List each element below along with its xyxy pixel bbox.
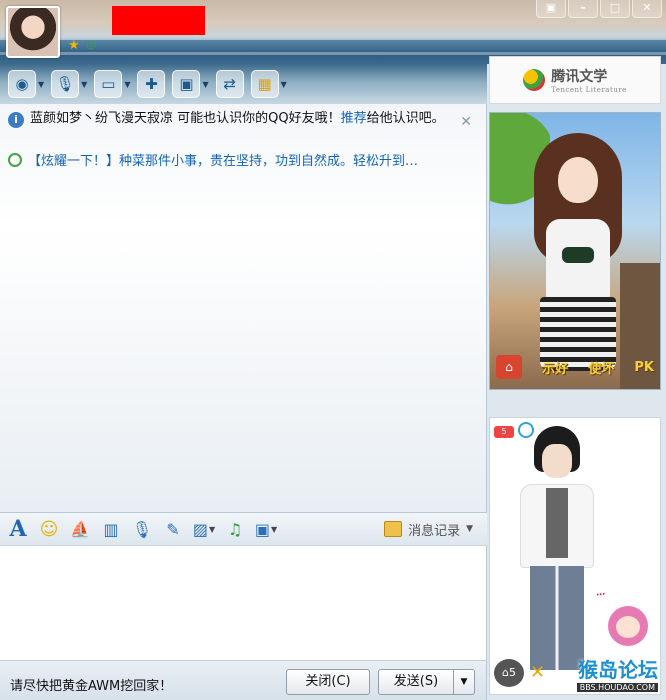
maximize-button[interactable]: □ bbox=[600, 0, 630, 18]
history-icon bbox=[384, 521, 403, 537]
prank-button[interactable]: 使坏 bbox=[588, 358, 614, 377]
chevron-down-icon: ▼ bbox=[280, 79, 287, 89]
magic-emoticon-button[interactable]: ▥ bbox=[99, 517, 123, 541]
apps-button[interactable]: ▦ ▼ bbox=[250, 70, 287, 98]
contact-qq-show[interactable]: ⌂ 示好 使坏 PK bbox=[489, 112, 661, 390]
recommend-link[interactable]: 推荐 bbox=[341, 111, 367, 126]
skin-button[interactable]: ▣ bbox=[536, 0, 566, 18]
microphone-icon: 🎙 bbox=[51, 70, 80, 98]
watermark-title: 猴岛论坛 bbox=[578, 658, 658, 682]
minimize-button[interactable]: – bbox=[568, 0, 598, 18]
folder-icon: ▭ bbox=[94, 70, 123, 98]
tag-icon[interactable]: 5 bbox=[494, 426, 514, 438]
remote-assist-button[interactable]: ▣ ▼ bbox=[172, 70, 209, 98]
cross-icon[interactable]: ✕ bbox=[530, 662, 552, 684]
music-button[interactable]: ♫ bbox=[223, 517, 247, 541]
monkey-bubble: … bbox=[595, 587, 606, 599]
send-image-button[interactable]: ▨ ▼ bbox=[192, 517, 216, 541]
tip-text[interactable]: 请尽快把黄金AWM挖回家！ bbox=[10, 675, 172, 694]
chevron-down-icon: ▼ bbox=[208, 524, 216, 534]
message-history-button[interactable]: 消息记录 ▼ bbox=[384, 520, 473, 539]
message-history-label: 消息记录 bbox=[408, 523, 461, 539]
home-icon[interactable]: ⌂5 bbox=[494, 659, 524, 687]
apps-grid-icon: ▦ bbox=[250, 70, 279, 98]
greet-button[interactable]: 示好 bbox=[542, 358, 568, 377]
video-call-button[interactable]: ◉ ▼ bbox=[8, 70, 44, 98]
chevron-down-icon: ▼ bbox=[81, 79, 88, 89]
screenshot-button[interactable]: ▣ ▼ bbox=[254, 517, 278, 541]
tencent-literature-logo-icon bbox=[523, 69, 546, 91]
chevron-down-icon: ▼ bbox=[270, 524, 278, 534]
chevron-down-icon: ▼ bbox=[202, 79, 209, 89]
tencent-literature-subtitle: Tencent Literature bbox=[551, 86, 627, 94]
camera-icon: ◉ bbox=[8, 70, 36, 98]
close-window-button[interactable]: ✕ bbox=[632, 0, 662, 18]
tencent-literature-name: 腾讯文学 bbox=[551, 69, 608, 85]
emoji-button[interactable]: ☺ bbox=[37, 517, 61, 541]
self-qq-show[interactable]: 5 … ⌂5 ✕ 猴岛论坛 BBS.HOUDAO.COM bbox=[489, 417, 661, 695]
friend-recommendation-notice: i 蓝颜如梦丶纷飞漫天寂凉 可能也认识你的QQ好友哦！推荐给他认识吧。 ✕ bbox=[4, 108, 478, 146]
send-file-button[interactable]: ▭ ▼ bbox=[94, 70, 130, 98]
home-icon[interactable]: ⌂ bbox=[496, 355, 522, 379]
graffiti-button[interactable]: ✎ bbox=[161, 517, 185, 541]
notice-text: 蓝颜如梦丶纷飞漫天寂凉 可能也认识你的QQ好友哦！ bbox=[30, 111, 341, 126]
input-toolbar: A ☺ ⛵ ▥ 🎙 ✎ ▨ ▼ ♫ ▣ ▼ 消息记录 ▼ bbox=[0, 512, 487, 546]
screen-icon: ▣ bbox=[172, 70, 201, 98]
tencent-literature-ad[interactable]: 腾讯文学 Tencent Literature bbox=[489, 56, 661, 104]
qzone-icon[interactable]: ◎ bbox=[86, 37, 96, 51]
add-contact-icon: ✚ bbox=[137, 70, 166, 98]
close-icon[interactable]: ✕ bbox=[460, 114, 472, 130]
bottom-bar: 请尽快把黄金AWM挖回家！ 关闭(C) 发送(S) ▼ bbox=[0, 660, 487, 700]
chevron-down-icon: ▼ bbox=[466, 524, 473, 534]
info-icon: i bbox=[8, 112, 24, 128]
chevron-down-icon: ▼ bbox=[124, 79, 131, 89]
promo-message[interactable]: 【炫耀一下！】种菜那件小事，贵在坚持，功到自然成。轻松升到… bbox=[8, 150, 480, 169]
pk-button[interactable]: PK bbox=[634, 360, 654, 375]
watermark: 猴岛论坛 BBS.HOUDAO.COM bbox=[576, 654, 658, 692]
shake-window-button[interactable]: ⛵ bbox=[68, 517, 92, 541]
contact-avatar[interactable] bbox=[6, 6, 60, 58]
message-input[interactable] bbox=[0, 546, 487, 660]
contact-name-redacted bbox=[112, 6, 205, 35]
qq-show-actions: ⌂ 示好 使坏 PK bbox=[496, 355, 654, 379]
share-icon: ⇄ bbox=[215, 70, 244, 98]
notice-suffix: 给他认识吧。 bbox=[366, 111, 445, 126]
watermark-url: BBS.HOUDAO.COM bbox=[576, 683, 658, 692]
font-button[interactable]: A bbox=[6, 516, 30, 542]
voice-message-button[interactable]: 🎙 bbox=[130, 517, 154, 541]
create-discussion-button[interactable]: ✚ bbox=[137, 70, 166, 98]
chat-toolbar: ◉ ▼ 🎙 ▼ ▭ ▼ ✚ ▣ ▼ ⇄ ▦ ▼ bbox=[0, 64, 487, 104]
send-button[interactable]: 发送(S) bbox=[378, 669, 454, 695]
message-display-area[interactable]: i 蓝颜如梦丶纷飞漫天寂凉 可能也认识你的QQ好友哦！推荐给他认识吧。 ✕ 【炫… bbox=[0, 104, 487, 512]
star-icon[interactable]: ★ bbox=[68, 38, 80, 53]
chevron-down-icon: ▼ bbox=[38, 79, 45, 89]
monkey-mascot: … bbox=[595, 587, 654, 654]
close-button[interactable]: 关闭(C) bbox=[286, 669, 370, 695]
home-badge: 5 bbox=[508, 666, 516, 679]
boy-avatar-figure bbox=[512, 426, 602, 676]
voice-call-button[interactable]: 🎙 ▼ bbox=[51, 70, 87, 98]
send-options-button[interactable]: ▼ bbox=[453, 669, 475, 695]
girl-avatar-figure bbox=[534, 127, 622, 375]
qzone-icon bbox=[8, 152, 22, 167]
window-controls: ▣ – □ ✕ bbox=[536, 0, 662, 18]
header-foam bbox=[0, 52, 666, 55]
share-screen-button[interactable]: ⇄ bbox=[215, 70, 244, 98]
promo-text[interactable]: 【炫耀一下！】种菜那件小事，贵在坚持，功到自然成。轻松升到… bbox=[28, 150, 480, 169]
